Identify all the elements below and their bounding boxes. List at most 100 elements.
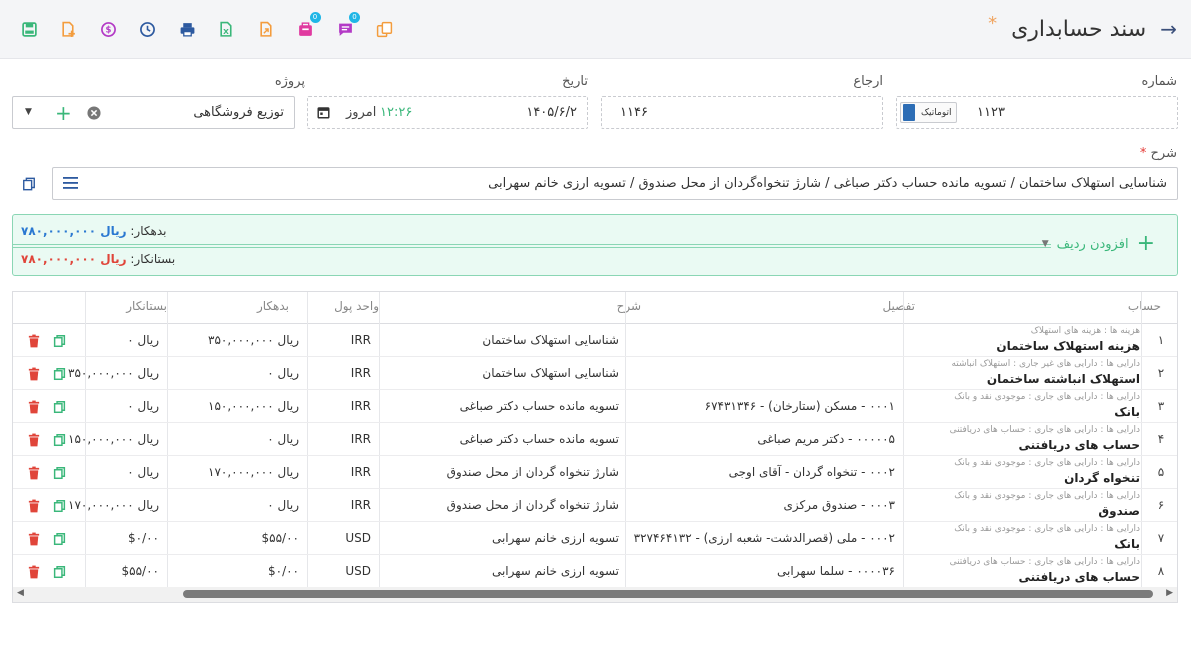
row-number: ۷ (1157, 531, 1165, 545)
delete-row-icon[interactable] (28, 564, 42, 579)
credit-cell: ریال ۱۷۰,۰۰۰,۰۰۰ (68, 498, 159, 512)
delete-row-icon[interactable] (28, 333, 42, 348)
export-icon[interactable] (253, 16, 279, 42)
add-project-icon[interactable]: + (55, 101, 72, 125)
row-number: ۲ (1157, 366, 1165, 380)
credit-summary: بستانکار: ریال ۷۸۰,۰۰۰,۰۰۰ (21, 252, 175, 266)
reference-label: ارجاع (853, 74, 883, 89)
description-cell: شناسایی استهلاک ساختمان (482, 366, 619, 380)
delete-row-icon[interactable] (28, 399, 42, 414)
copy-documents-icon[interactable] (372, 16, 398, 42)
auto-number-toggle[interactable]: اتوماتیک (900, 102, 957, 123)
col-description: شرح (616, 299, 641, 313)
table-row[interactable]: ۸ دارایی ها : دارایی های جاری : حساب های … (13, 555, 1177, 588)
project-select[interactable]: توزیع فروشگاهی + ▼ (12, 96, 295, 129)
attachment-badge: 0 (309, 12, 321, 23)
clear-icon[interactable] (87, 106, 101, 124)
comment-badge: 0 (349, 12, 360, 23)
description-field[interactable]: شناسایی استهلاک ساختمان / تسویه مانده حس… (52, 167, 1178, 200)
copy-row-icon[interactable] (53, 432, 67, 447)
account-name: بانک (1114, 537, 1140, 551)
account-path: دارایی ها : دارایی های جاری : حساب های د… (949, 425, 1140, 435)
dollar-icon[interactable]: $ (95, 16, 121, 42)
debit-cell: ریال ۰ (267, 366, 299, 380)
today-button[interactable]: امروز (346, 105, 376, 120)
summary-panel: بدهکار: ریال ۷۸۰,۰۰۰,۰۰۰ بستانکار: ریال … (12, 214, 1178, 276)
reference-field[interactable]: ۱۱۴۶ (601, 96, 883, 129)
debit-cell: ریال ۰ (267, 432, 299, 446)
calendar-icon[interactable] (317, 106, 330, 123)
excel-icon[interactable]: X (214, 16, 240, 42)
debit-cell: ریال ۰ (267, 498, 299, 512)
delete-row-icon[interactable] (28, 498, 42, 513)
description-cell: تسویه مانده حساب دکتر صباغی (459, 432, 619, 446)
row-number: ۶ (1157, 498, 1165, 512)
copy-row-icon[interactable] (53, 399, 67, 414)
currency-cell: IRR (350, 432, 371, 446)
account-name: استهلاک انباشته ساختمان (986, 372, 1140, 386)
date-label: تاریخ (562, 74, 588, 89)
currency-cell: IRR (350, 399, 371, 413)
caret-down-icon[interactable]: ▼ (1042, 239, 1049, 249)
row-number: ۸ (1157, 564, 1165, 578)
delete-row-icon[interactable] (28, 465, 42, 480)
attachment-icon[interactable]: 0 (293, 12, 321, 42)
description-cell: شارژ تنخواه گردان از محل صندوق (446, 498, 619, 512)
description-label: شرح (1150, 146, 1177, 161)
copy-row-icon[interactable] (53, 564, 67, 579)
copy-row-icon[interactable] (53, 366, 67, 381)
copy-row-icon[interactable] (53, 465, 67, 480)
project-label: پروژه (274, 74, 305, 89)
copy-row-icon[interactable] (53, 498, 67, 513)
credit-label: بستانکار: (130, 252, 176, 266)
description-cell: تسویه ارزی خانم سهرابی (491, 564, 619, 578)
table-row[interactable]: ۶ دارایی ها : دارایی های جاری : موجودی نق… (13, 489, 1177, 522)
col-account: حساب (1127, 299, 1161, 313)
chevron-down-icon[interactable]: ▼ (25, 107, 32, 117)
copy-row-icon[interactable] (53, 333, 67, 348)
table-header: حساب تفصیل شرح واحد پول بدهکار بستانکار (13, 292, 1177, 324)
credit-cell: ریال ۰ (127, 333, 159, 347)
project-value: توزیع فروشگاهی (193, 105, 284, 120)
scroll-right-icon[interactable]: ▶ (1166, 588, 1173, 598)
clock-icon[interactable] (135, 16, 161, 42)
account-name: حساب های دریافتنی (1018, 570, 1140, 584)
currency-cell: USD (345, 531, 371, 545)
table-row[interactable]: ۱ هزینه ها : هزینه های استهلاک هزینه استهل… (13, 324, 1177, 357)
detail-cell: ۰۰۰۳ - صندوق مرکزی (783, 498, 895, 512)
account-name: حساب های دریافتنی (1018, 438, 1140, 452)
comment-icon[interactable]: 0 (332, 12, 360, 42)
table-row[interactable]: ۳ دارایی ها : دارایی های جاری : موجودی نق… (13, 390, 1177, 423)
number-field[interactable]: ۱۱۲۳ اتوماتیک (896, 96, 1178, 129)
table-row[interactable]: ۲ دارایی ها : دارایی های غیر جاری : استهل… (13, 357, 1177, 390)
scroll-left-icon[interactable]: ◀ (17, 588, 24, 598)
credit-cell: ریال ۳۵۰,۰۰۰,۰۰۰ (68, 366, 159, 380)
debit-cell: ریال ۱۵۰,۰۰۰,۰۰۰ (208, 399, 299, 413)
table-row[interactable]: ۴ دارایی ها : دارایی های جاری : حساب های … (13, 423, 1177, 456)
account-path: دارایی ها : دارایی های جاری : موجودی نقد… (954, 458, 1140, 468)
arrow-right-icon[interactable]: → (1160, 17, 1177, 41)
account-path: دارایی ها : دارایی های جاری : حساب های د… (949, 557, 1140, 567)
detail-cell: ۰۰۰۲ - ملی (قصرالدشت- شعبه ارزی) - ۳۲۷۴۶… (633, 531, 895, 545)
plus-icon: + (1136, 231, 1155, 256)
currency-cell: IRR (350, 333, 371, 347)
delete-row-icon[interactable] (28, 531, 42, 546)
table-row[interactable]: ۵ دارایی ها : دارایی های جاری : موجودی نق… (13, 456, 1177, 489)
copy-row-icon[interactable] (53, 531, 67, 546)
date-field[interactable]: ۱۴۰۵/۶/۲ ۱۲:۲۶ امروز (307, 96, 588, 129)
add-row-button[interactable]: + افزودن ردیف ▼ (1042, 231, 1155, 256)
add-document-icon[interactable] (56, 16, 82, 42)
menu-icon[interactable] (63, 176, 79, 194)
table-row[interactable]: ۷ دارایی ها : دارایی های جاری : موجودی نق… (13, 522, 1177, 555)
copy-description-icon[interactable] (22, 176, 36, 195)
horizontal-scrollbar[interactable]: ◀ ▶ (13, 587, 1177, 602)
delete-row-icon[interactable] (28, 366, 42, 381)
detail-cell: ۰۰۰۰۰۵ - دکتر مریم صباغی (757, 432, 895, 446)
detail-cell: ۰۰۰۲ - تنخواه گردان - آقای اوجی (728, 465, 895, 479)
scroll-thumb[interactable] (183, 590, 1153, 598)
print-icon[interactable] (174, 16, 200, 42)
date-value: ۱۴۰۵/۶/۲ (526, 105, 577, 120)
delete-row-icon[interactable] (28, 432, 42, 447)
svg-text:$: $ (105, 25, 111, 35)
save-icon[interactable] (16, 16, 42, 42)
